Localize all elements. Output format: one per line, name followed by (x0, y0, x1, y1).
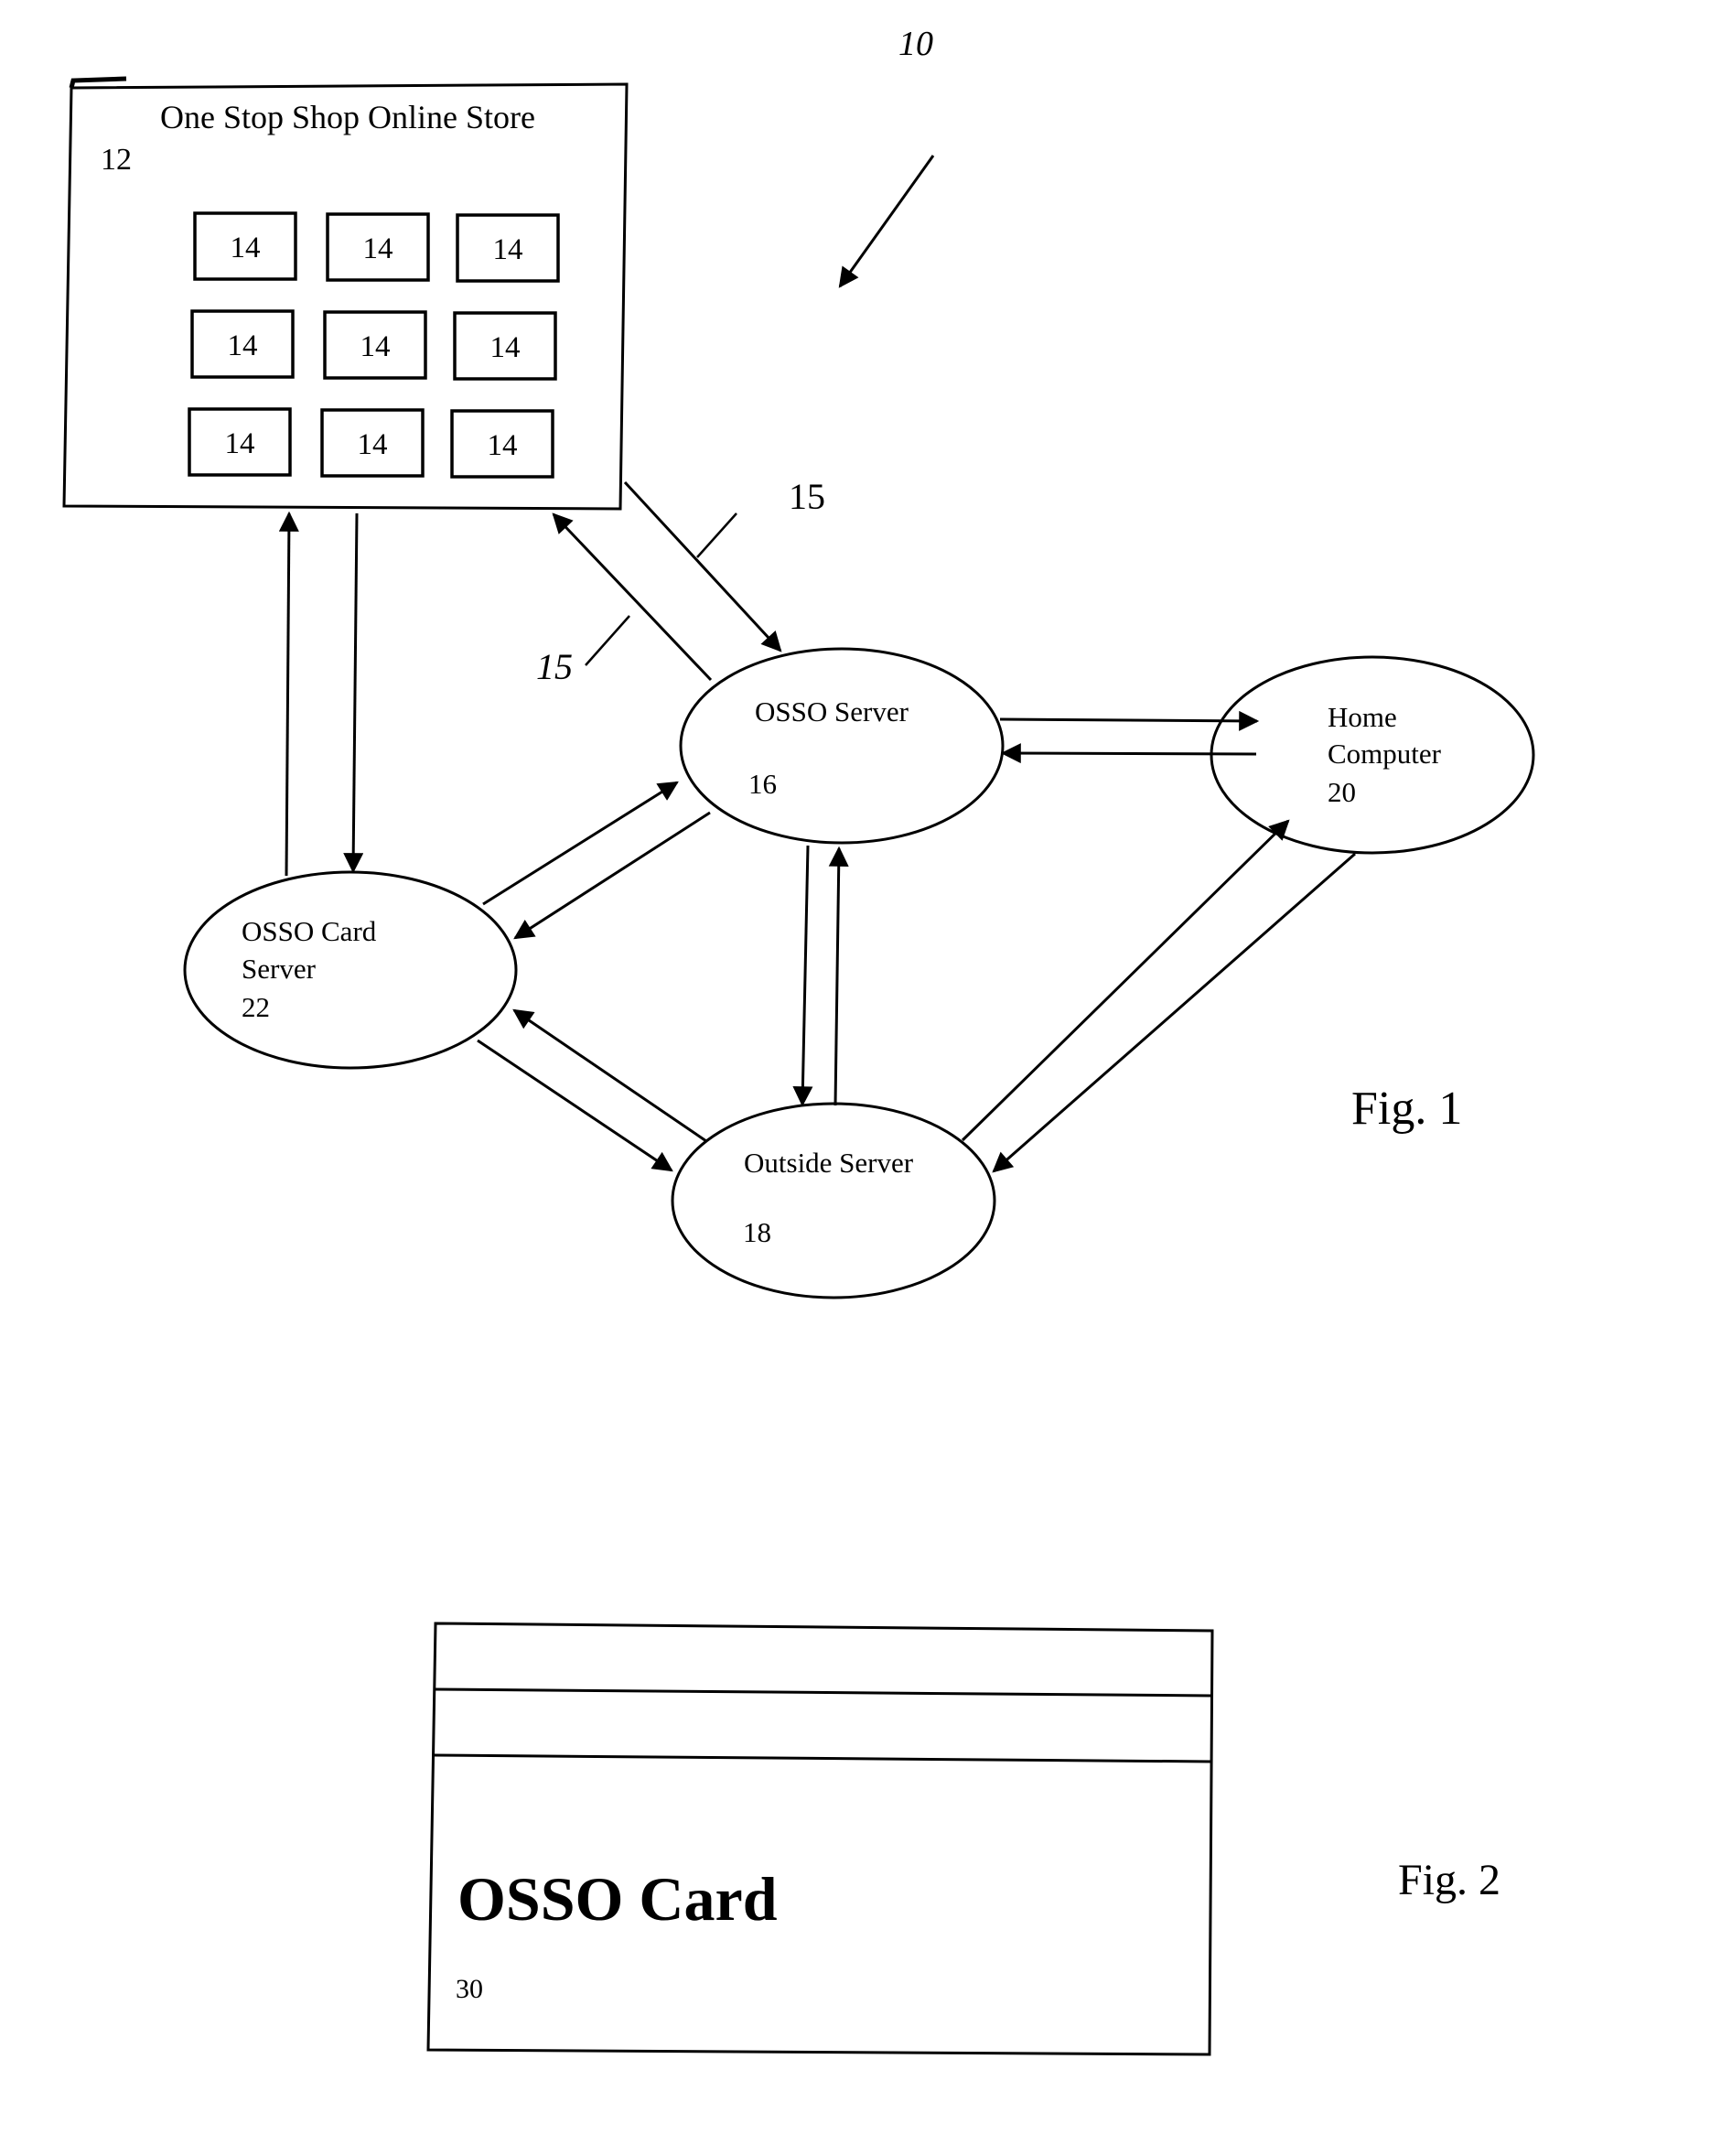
arrow-outside-to-home (961, 819, 1290, 1142)
arrow-store-to-card-server (343, 512, 364, 874)
store-item-label: 14 (358, 428, 388, 461)
store-item-box: 14 (188, 407, 292, 477)
osso-card-server-number: 22 (242, 991, 270, 1023)
system-reference-arrow (838, 155, 935, 288)
osso-card-server-node: OSSO Card Server 22 (183, 870, 518, 1070)
outside-server-number: 18 (743, 1216, 771, 1248)
store-item-box: 14 (453, 311, 557, 381)
store-item-label: 14 (490, 331, 521, 364)
online-store-box: One Stop Shop Online Store 12 14 14 1414 14… (62, 76, 629, 511)
store-item-box: 14 (450, 409, 554, 479)
arrow-home-to-outside (992, 852, 1356, 1173)
arrow-osso-server-to-outside (792, 845, 813, 1107)
card-stripe-line-2 (433, 1753, 1212, 1763)
store-item-box: 14 (326, 212, 430, 282)
osso-server-node: OSSO Server 16 (679, 647, 1005, 845)
osso-card: OSSO Card 30 (426, 1622, 1214, 2056)
store-item-label: 14 (493, 233, 523, 266)
system-reference-label: 10 (898, 25, 933, 63)
osso-card-server-label-line1: OSSO Card (242, 915, 377, 947)
osso-server-label: OSSO Server (755, 695, 909, 728)
arrow-store-to-osso-server (623, 480, 782, 652)
arrow-outside-to-card-server (512, 1008, 707, 1143)
card-title: OSSO Card (457, 1864, 778, 1934)
store-item-box: 14 (323, 310, 427, 380)
home-computer-number: 20 (1328, 776, 1356, 808)
link-label-15-upper-leader (696, 512, 737, 558)
outside-server-label: Outside Server (744, 1147, 914, 1179)
store-title: One Stop Shop Online Store (160, 99, 535, 135)
home-computer-label-line2: Computer (1328, 738, 1442, 770)
store-item-box: 14 (456, 213, 560, 283)
connections (278, 480, 1356, 1173)
store-item-label: 14 (488, 429, 518, 462)
store-item-label: 14 (363, 232, 393, 265)
arrow-osso-server-to-store (552, 512, 713, 682)
arrow-osso-server-to-card-server (513, 811, 711, 940)
card-stripe-line-1 (434, 1687, 1213, 1698)
home-computer-label-line1: Home (1328, 701, 1397, 733)
arrow-osso-server-to-home (999, 710, 1260, 731)
arrow-card-server-to-osso-server (482, 781, 679, 906)
store-item-grid: 14 14 14 14 14 14 14 14 14 (188, 211, 560, 479)
arrow-card-server-to-outside (477, 1039, 673, 1172)
link-label-15-lower: 15 (536, 646, 573, 687)
link-label-15-lower-leader (585, 615, 630, 666)
outside-server-node: Outside Server 18 (671, 1102, 996, 1299)
figure-1-caption: Fig. 1 (1351, 1083, 1462, 1135)
figure-2-caption: Fig. 2 (1398, 1856, 1500, 1904)
store-item-label: 14 (360, 330, 391, 363)
osso-card-server-label-line2: Server (242, 953, 317, 985)
store-item-box: 14 (190, 309, 295, 379)
store-item-label: 14 (225, 427, 255, 460)
link-label-15-upper: 15 (789, 476, 825, 517)
arrow-outside-to-osso-server (828, 846, 849, 1106)
store-item-label: 14 (228, 329, 258, 362)
home-computer-node: Home Computer 20 (1210, 655, 1535, 855)
card-number: 30 (456, 1974, 483, 2004)
arrow-home-to-osso-server (1000, 743, 1257, 764)
store-item-box: 14 (193, 211, 297, 281)
arrow-card-server-to-store (278, 511, 299, 877)
store-item-box: 14 (320, 408, 425, 478)
store-number: 12 (101, 143, 132, 177)
store-item-label: 14 (231, 232, 261, 264)
patent-drawing: 10 One Stop Shop Online Store 12 14 14 141… (62, 25, 1535, 2056)
osso-server-number: 16 (748, 768, 777, 800)
